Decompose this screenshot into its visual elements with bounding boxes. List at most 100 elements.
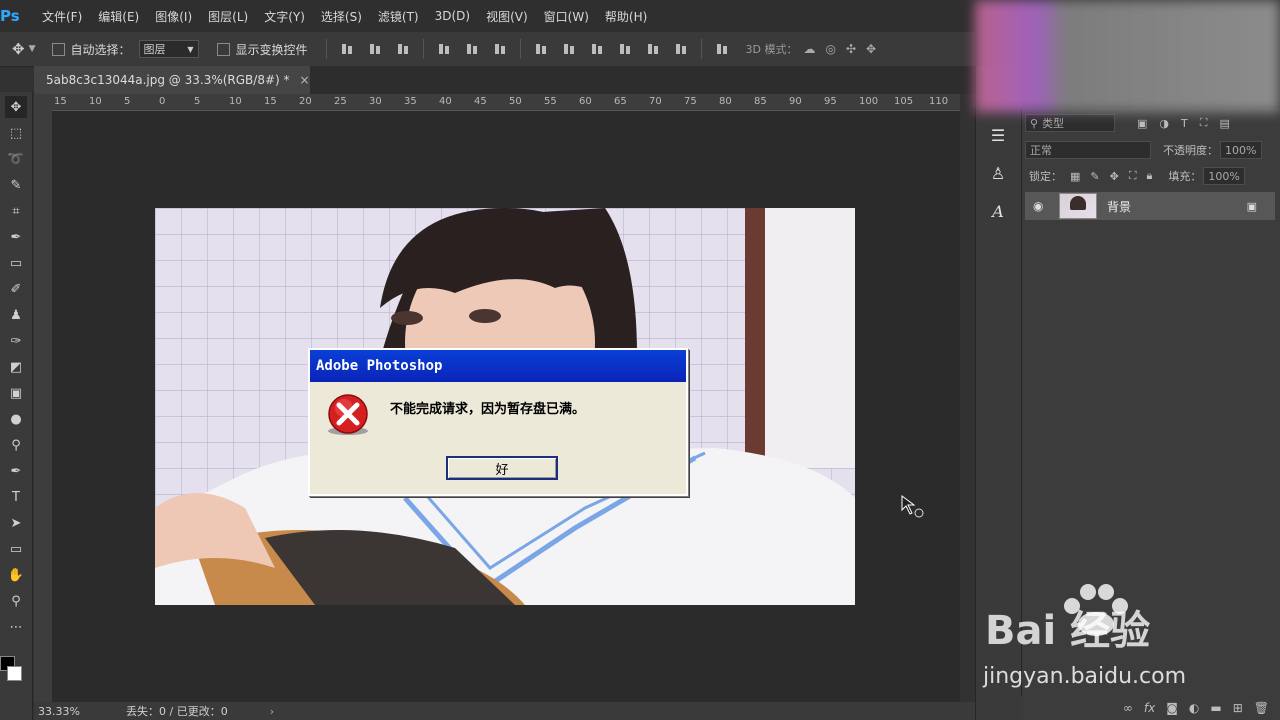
align-right-icon[interactable]	[493, 42, 507, 56]
distribute-vcenter-icon[interactable]	[562, 42, 576, 56]
menu-filter[interactable]: 滤镜(T)	[370, 8, 427, 25]
fill-input[interactable]: 100%	[1203, 167, 1246, 185]
menu-edit[interactable]: 编辑(E)	[90, 8, 147, 25]
menu-3d[interactable]: 3D(D)	[427, 9, 478, 23]
background-color-swatch[interactable]	[7, 666, 22, 681]
hand-tool-icon[interactable]: ✋	[5, 564, 27, 586]
layer-filter-input[interactable]: ⚲ 类型	[1025, 114, 1115, 132]
auto-select-checkbox[interactable]	[51, 42, 65, 56]
ruler-tick-label: 95	[824, 96, 837, 107]
menu-help[interactable]: 帮助(H)	[597, 8, 655, 25]
lock-pixels-icon[interactable]: ✎	[1090, 170, 1099, 183]
move-tool-icon[interactable]: ✥	[12, 40, 25, 58]
blend-mode-value: 正常	[1030, 144, 1052, 157]
eye-visibility-icon[interactable]: ◉	[1033, 199, 1043, 213]
vertical-ruler	[34, 110, 53, 702]
menu-image[interactable]: 图像(I)	[147, 8, 200, 25]
auto-select-dropdown[interactable]: 图层 ▼	[138, 40, 199, 58]
filter-type-icon[interactable]: T	[1181, 117, 1188, 130]
distribute-right-icon[interactable]	[674, 42, 688, 56]
dodge-tool-icon[interactable]: ⚲	[5, 434, 27, 456]
filter-pixel-icon[interactable]: ▣	[1137, 117, 1147, 130]
distribute-hcenter-icon[interactable]	[646, 42, 660, 56]
character-panel-icon[interactable]: A	[981, 196, 1015, 226]
align-bottom-icon[interactable]	[396, 42, 410, 56]
gradient-tool-icon[interactable]: ▣	[5, 382, 27, 404]
show-transform-checkbox[interactable]	[216, 42, 230, 56]
more-tools-icon[interactable]: ⋯	[5, 616, 27, 638]
zoom-level[interactable]: 33.33%	[38, 705, 98, 718]
auto-align-icon[interactable]	[715, 42, 729, 56]
document-tab[interactable]: 5ab8c3c13044a.jpg @ 33.3%(RGB/8#) * ×	[34, 66, 310, 94]
blur-tool-icon[interactable]: ●	[5, 408, 27, 430]
menu-window[interactable]: 窗口(W)	[536, 8, 597, 25]
menu-file[interactable]: 文件(F)	[34, 8, 90, 25]
distribute-top-icon[interactable]	[534, 42, 548, 56]
align-hcenter-icon[interactable]	[465, 42, 479, 56]
quick-select-tool-icon[interactable]: ✎	[5, 174, 27, 196]
stamp-tool-icon[interactable]: ♟	[5, 304, 27, 326]
lock-transparent-icon[interactable]: ▦	[1070, 170, 1080, 183]
adjustments-panel-icon[interactable]: ♙	[981, 158, 1015, 188]
path-select-tool-icon[interactable]: ➤	[5, 512, 27, 534]
lasso-tool-icon[interactable]: ➰	[5, 148, 27, 170]
chevron-down-icon[interactable]: ▼	[29, 44, 36, 54]
properties-panel-icon[interactable]: ☰	[981, 120, 1015, 150]
3d-rotate-icon[interactable]: ☁	[804, 42, 816, 56]
history-brush-icon[interactable]: ✑	[5, 330, 27, 352]
filter-adjust-icon[interactable]: ◑	[1159, 117, 1169, 130]
menu-type[interactable]: 文字(Y)	[256, 8, 313, 25]
3d-roll-icon[interactable]: ◎	[826, 42, 836, 56]
link-layers-icon[interactable]: ∞	[1123, 701, 1133, 715]
shape-tool-icon[interactable]: ▭	[5, 538, 27, 560]
marquee-tool-icon[interactable]: ⬚	[5, 122, 27, 144]
blurred-region	[975, 0, 1280, 112]
distribute-bottom-icon[interactable]	[590, 42, 604, 56]
new-adjustment-icon[interactable]: ◐	[1189, 701, 1199, 715]
ruler-tick-label: 90	[789, 96, 802, 107]
pen-tool-icon[interactable]: ✒	[5, 460, 27, 482]
lock-position-icon[interactable]: ✥	[1110, 170, 1119, 183]
brush-tool-icon[interactable]: ✐	[5, 278, 27, 300]
lock-artboard-icon[interactable]: ⛶	[1129, 169, 1137, 183]
distribute-left-icon[interactable]	[618, 42, 632, 56]
filter-shape-icon[interactable]: ⛶	[1200, 116, 1208, 130]
new-group-icon[interactable]: ▬	[1210, 701, 1221, 715]
lock-all-icon[interactable]: 🔒︎	[1147, 169, 1153, 183]
ok-button[interactable]: 好	[446, 456, 558, 480]
healing-tool-icon[interactable]: ▭	[5, 252, 27, 274]
add-mask-icon[interactable]: ◙	[1166, 701, 1178, 715]
ruler-tick-label: 30	[369, 96, 382, 107]
crop-tool-icon[interactable]: ⌗	[5, 200, 27, 222]
new-layer-icon[interactable]: ⊞	[1233, 701, 1243, 715]
type-tool-icon[interactable]: T	[5, 486, 27, 508]
fx-icon[interactable]: fx	[1144, 701, 1155, 715]
zoom-tool-icon[interactable]: ⚲	[5, 590, 27, 612]
eyedropper-tool-icon[interactable]: ✒	[5, 226, 27, 248]
ruler-tick-label: 85	[754, 96, 767, 107]
menu-layer[interactable]: 图层(L)	[200, 8, 256, 25]
opacity-input[interactable]: 100%	[1220, 141, 1262, 159]
dialog-title: Adobe Photoshop	[316, 358, 443, 374]
delete-layer-icon[interactable]: 🗑︎	[1254, 701, 1269, 715]
3d-slide-icon[interactable]: ✥	[866, 42, 876, 56]
align-left-icon[interactable]	[437, 42, 451, 56]
menu-view[interactable]: 视图(V)	[478, 8, 536, 25]
layer-name[interactable]: 背景	[1107, 198, 1131, 215]
filter-smart-icon[interactable]: ▤	[1219, 117, 1229, 130]
move-tool-icon[interactable]: ✥	[5, 96, 27, 118]
3d-pan-icon[interactable]: ✣	[846, 42, 856, 56]
blend-mode-select[interactable]: 正常	[1025, 141, 1151, 159]
dialog-message: 不能完成请求，因为暂存盘已满。	[390, 402, 586, 417]
close-icon[interactable]: ×	[300, 73, 310, 87]
ruler-tick-label: 70	[649, 96, 662, 107]
align-vcenter-icon[interactable]	[368, 42, 382, 56]
menu-select[interactable]: 选择(S)	[313, 8, 370, 25]
chevron-right-icon[interactable]: ›	[270, 705, 274, 718]
align-top-icon[interactable]	[340, 42, 354, 56]
eraser-tool-icon[interactable]: ◩	[5, 356, 27, 378]
dialog-title-bar[interactable]: Adobe Photoshop	[310, 350, 686, 382]
layer-item[interactable]: ◉ 背景 ▣	[1025, 192, 1275, 220]
opacity-value: 100%	[1225, 143, 1257, 157]
ruler-tick-label: 60	[579, 96, 592, 107]
